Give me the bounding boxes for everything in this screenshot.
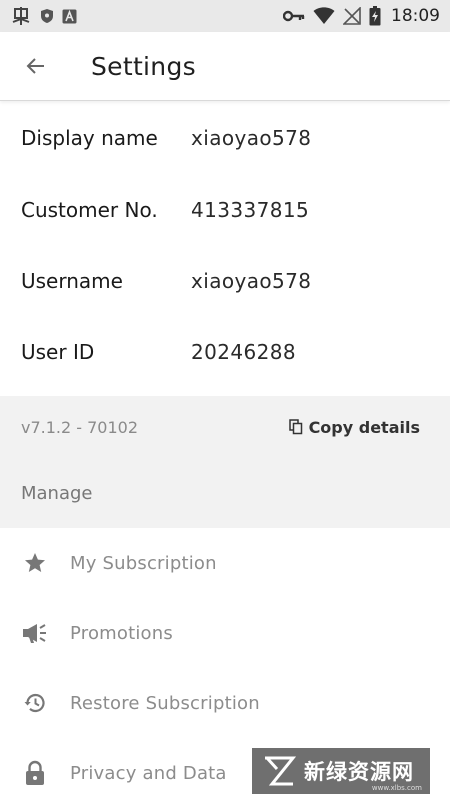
info-value: xiaoyao578 — [191, 268, 312, 293]
star-icon — [22, 550, 48, 576]
info-value: 20246288 — [191, 339, 296, 364]
battery-charging-icon — [369, 6, 381, 26]
list-item-label: Privacy and Data — [70, 762, 227, 784]
list-item-my-subscription[interactable]: My Subscription — [0, 528, 450, 598]
watermark-text: 新绿资源网 — [304, 760, 414, 784]
restore-history-icon — [22, 690, 48, 716]
info-value: 413337815 — [191, 197, 310, 222]
a-letter-icon — [62, 9, 77, 24]
details-panel: v7.1.2 - 70102 Copy details Manage — [0, 396, 450, 528]
list-item-promotions[interactable]: Promotions — [0, 598, 450, 668]
copy-details-label: Copy details — [308, 417, 420, 437]
arrow-left-icon — [24, 54, 48, 78]
shield-icon — [40, 8, 54, 24]
wifi-icon — [313, 7, 335, 25]
list-item-restore-subscription[interactable]: Restore Subscription — [0, 668, 450, 738]
watermark: 新绿资源网 www.xlbs.com — [252, 748, 430, 794]
page-title: Settings — [91, 51, 196, 81]
account-info-list: Display name xiaoyao578 Customer No. 413… — [0, 102, 450, 387]
status-bar-left — [10, 6, 77, 26]
lock-icon — [22, 760, 48, 786]
info-row-customer-no: Customer No. 413337815 — [0, 174, 450, 245]
info-label: Username — [21, 268, 123, 293]
status-bar: 18:09 — [0, 0, 450, 32]
info-row-display-name: Display name xiaoyao578 — [0, 102, 450, 174]
watermark-logo-icon — [262, 755, 296, 787]
status-bar-right: 18:09 — [283, 6, 440, 26]
list-item-label: My Subscription — [70, 552, 217, 574]
app-bar: Settings — [0, 32, 450, 101]
info-label: Customer No. — [21, 197, 158, 222]
list-item-label: Restore Subscription — [70, 692, 260, 714]
version-text: v7.1.2 - 70102 — [21, 417, 139, 437]
debug-bug-icon — [10, 6, 32, 26]
key-icon — [283, 10, 305, 22]
info-value: xiaoyao578 — [191, 126, 312, 150]
watermark-sub: www.xlbs.com — [371, 784, 422, 792]
info-label: User ID — [21, 339, 95, 364]
info-row-username: Username xiaoyao578 — [0, 245, 450, 316]
megaphone-icon — [22, 620, 48, 646]
version-row: v7.1.2 - 70102 Copy details — [0, 396, 450, 458]
info-row-user-id: User ID 20246288 — [0, 316, 450, 387]
screen: 18:09 Settings Display name xiaoyao578 C… — [0, 0, 450, 800]
list-item-label: Promotions — [70, 622, 173, 644]
copy-details-button[interactable]: Copy details — [288, 417, 420, 437]
back-button[interactable] — [16, 46, 56, 86]
manage-section-header: Manage — [21, 482, 93, 504]
copy-icon — [288, 419, 303, 435]
info-label: Display name — [21, 126, 158, 150]
status-time: 18:09 — [391, 6, 440, 26]
no-signal-icon — [343, 7, 361, 25]
